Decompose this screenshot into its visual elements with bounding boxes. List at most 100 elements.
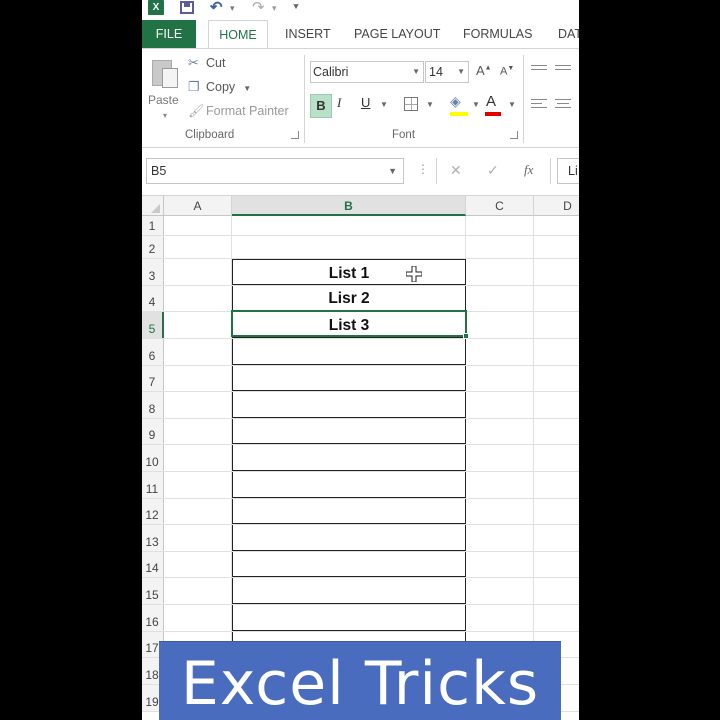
banner-title: Excel Tricks [180,649,540,719]
formula-bar-grip-icon[interactable]: ⋮ [417,162,429,176]
tab-data[interactable]: DAT [558,20,579,48]
row-header[interactable]: 3 [142,259,164,285]
fill-color-swatch [450,112,468,116]
undo-icon[interactable]: ↶ [210,0,223,16]
fill-handle[interactable] [463,333,469,339]
redo-dropdown-icon[interactable]: ▾ [272,0,277,16]
borders-dropdown-icon[interactable]: ▼ [426,100,434,109]
save-icon[interactable] [180,1,194,14]
cell-b6[interactable] [232,339,466,365]
cell-b5[interactable]: List 3 [232,312,466,338]
underline-dropdown-icon[interactable]: ▼ [380,100,388,109]
cell-cursor-icon [406,266,422,282]
redo-icon[interactable]: ↷ [252,0,265,16]
title-banner: Excel Tricks [159,641,561,720]
tab-file[interactable]: FILE [142,20,196,48]
column-header-d[interactable]: D [534,196,579,216]
chevron-down-icon: ▼ [412,67,420,76]
paste-button[interactable]: Paste ▾ [148,57,182,121]
row-header[interactable]: 9 [142,419,164,444]
bold-button[interactable]: B [310,94,332,118]
cell-b4[interactable]: Lisr 2 [232,286,466,311]
align-center-icon[interactable] [555,99,571,111]
cell-b7[interactable] [232,366,466,391]
format-painter-button[interactable]: 🖌︎Format Painter [188,103,289,123]
font-color-icon[interactable]: A [486,93,496,110]
enter-icon[interactable]: ✓ [487,162,499,179]
grid-row: 12 [142,499,579,525]
row-header[interactable]: 2 [142,236,164,258]
cell-b14[interactable] [232,552,466,577]
italic-button[interactable]: I [337,95,341,111]
align-middle-icon[interactable] [555,65,571,77]
clipboard-dialog-launcher-icon[interactable] [291,131,299,139]
grow-font-icon[interactable]: A▲ [476,63,492,78]
excel-window: X ↶ ▾ ↷ ▾ ⯆ FILE HOME INSERT PAGE LAYOUT… [142,0,579,720]
name-box[interactable]: B5 ▼ [146,158,404,184]
cell-b12[interactable] [232,499,466,524]
row-header[interactable]: 11 [142,472,164,498]
grid-row: 2 [142,236,579,259]
customize-toolbar-icon[interactable]: ⯆ [292,0,300,16]
shrink-font-icon[interactable]: A▼ [500,65,514,78]
ribbon-divider [304,55,305,143]
row-header[interactable]: 6 [142,339,164,365]
font-name-dropdown[interactable]: Calibri ▼ [310,61,424,83]
column-header-b[interactable]: B [232,196,466,216]
row-header[interactable]: 7 [142,366,164,391]
tab-home[interactable]: HOME [208,20,268,49]
row-header[interactable]: 14 [142,552,164,577]
formula-input[interactable]: Li [557,158,579,184]
gridline [533,525,534,551]
align-left-icon[interactable] [531,99,547,111]
cell-b15[interactable] [232,578,466,604]
tab-formulas[interactable]: FORMULAS [463,20,532,48]
borders-icon[interactable] [404,97,418,111]
cell-b11[interactable] [232,472,466,498]
row-header[interactable]: 8 [142,392,164,418]
row-header[interactable]: 15 [142,578,164,604]
grid-row: 3 List 1 [142,259,579,286]
row-header[interactable]: 1 [142,216,164,235]
column-header-a[interactable]: A [164,196,232,216]
fill-color-icon[interactable]: ◈ [450,93,461,110]
font-color-dropdown-icon[interactable]: ▼ [508,100,516,109]
row-number: 3 [148,269,156,283]
align-top-icon[interactable] [531,65,547,77]
cancel-icon[interactable]: ✕ [450,162,462,179]
cell-b16[interactable] [232,605,466,631]
cut-button[interactable]: ✂ Cut [188,55,225,75]
cell-b8[interactable] [232,392,466,418]
cell-b2[interactable] [232,236,466,258]
excel-logo-icon: X [148,0,164,15]
underline-button[interactable]: U [361,95,370,110]
font-size-dropdown[interactable]: 14 ▼ [425,61,469,83]
row-header[interactable]: 13 [142,525,164,551]
row-header[interactable]: 12 [142,499,164,524]
fill-color-dropdown-icon[interactable]: ▼ [472,100,480,109]
cell-b13[interactable] [232,525,466,551]
copy-dropdown-icon[interactable]: ▼ [243,84,251,93]
paste-icon [152,57,178,89]
grid-row: 10 [142,445,579,472]
copy-button[interactable]: ❐ Copy ▼ [188,79,251,99]
tab-insert[interactable]: INSERT [285,20,331,48]
row-number: 11 [145,482,159,496]
undo-dropdown-icon[interactable]: ▾ [230,0,235,16]
paste-dropdown-icon[interactable]: ▾ [163,111,167,120]
row-header[interactable]: 4 [142,286,164,311]
insert-function-icon[interactable]: fx [524,162,533,178]
cell-b1[interactable] [232,216,466,235]
row-header[interactable]: 10 [142,445,164,471]
row-header[interactable]: 5 [142,312,164,338]
column-header-c[interactable]: C [466,196,534,216]
font-color-swatch [485,112,501,116]
cell-b10[interactable] [232,445,466,471]
select-all-button[interactable] [142,196,164,216]
tab-page-layout[interactable]: PAGE LAYOUT [354,20,440,48]
cell-b9[interactable] [232,419,466,444]
font-dialog-launcher-icon[interactable] [510,131,518,139]
cut-label: Cut [206,56,226,70]
cell-b3[interactable]: List 1 [232,259,466,285]
row-header[interactable]: 16 [142,605,164,631]
